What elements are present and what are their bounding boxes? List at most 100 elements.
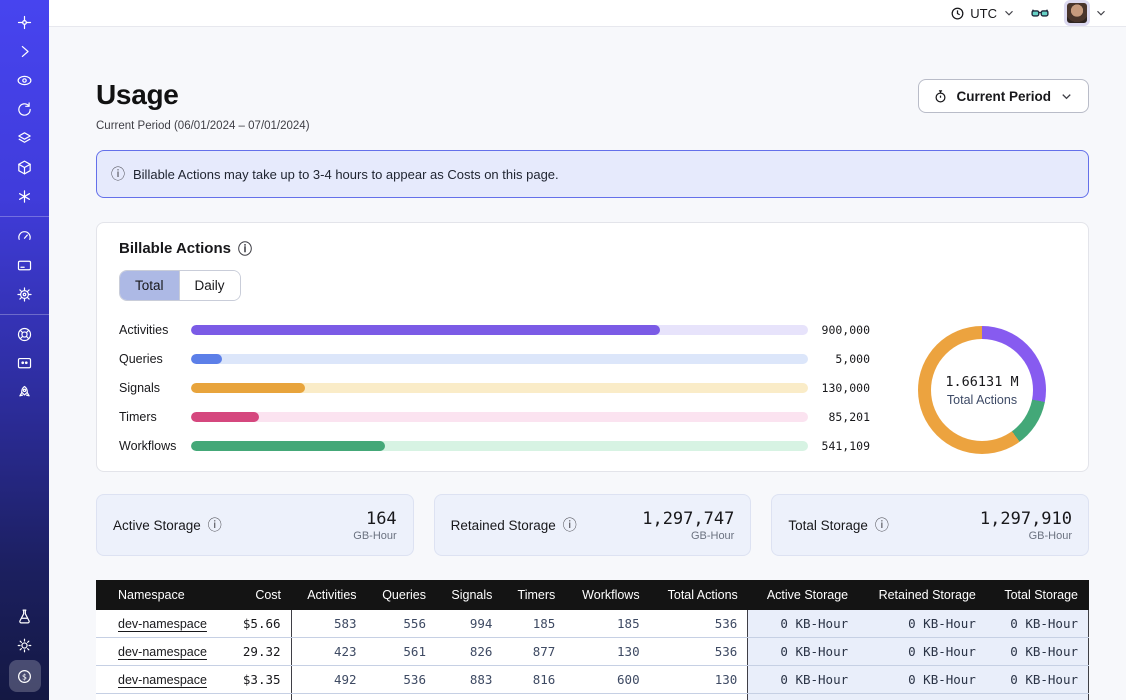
column-header-namespace: Namespace (96, 580, 228, 610)
bar-row-queries: Queries5,000 (119, 352, 870, 366)
billable-actions-title: Billable Actions (119, 240, 231, 257)
table-row: dev-namespace$5.665835569941851855360 KB… (96, 610, 1089, 638)
storage-card-label: Retained Storage ⓘ (451, 518, 577, 533)
cell-cost: $5.66 (228, 610, 291, 638)
labs-flask-icon (16, 608, 33, 625)
tab-total[interactable]: Total (120, 271, 179, 300)
cell-timers: 877 (502, 638, 565, 666)
avatar (1064, 0, 1090, 26)
page-subtitle: Current Period (06/01/2024 – 07/01/2024) (96, 120, 310, 132)
sidebar-item-feedback-screen[interactable] (9, 349, 41, 378)
glasses-icon (1030, 3, 1050, 23)
cell-namespace: dev-namespace (96, 638, 228, 666)
storage-card-value: 164 (353, 509, 396, 529)
history-clock-icon (16, 101, 33, 118)
stopwatch-icon (933, 89, 948, 104)
temporal-logo-icon (16, 14, 33, 31)
bar-value: 541,109 (808, 439, 870, 453)
storage-card-unit: GB-Hour (980, 530, 1072, 542)
nexus-asterisk-icon (16, 188, 33, 205)
namespace-link[interactable]: dev-namespace (118, 645, 207, 659)
total-actions-donut-chart: 1.66131 M Total Actions (918, 326, 1046, 454)
sidebar-item-nexus-asterisk[interactable] (9, 182, 41, 211)
cell-retained_storage: 0 KB-Hour (858, 666, 986, 694)
storage-card-label: Active Storage ⓘ (113, 518, 222, 533)
sidebar-item-layers[interactable] (9, 124, 41, 153)
table-row: dev-namespace$3.354925368838166001300 KB… (96, 666, 1089, 694)
cell-total_actions: 536 (650, 638, 748, 666)
bar-value: 130,000 (808, 381, 870, 395)
namespaces-eye-icon (16, 72, 33, 89)
bar-label: Queries (119, 352, 191, 366)
storage-summary-row: Active Storage ⓘ164GB-HourRetained Stora… (96, 494, 1089, 556)
storage-card-label: Total Storage ⓘ (788, 518, 889, 533)
namespace-link[interactable]: dev-namespace (118, 673, 207, 687)
topbar: UTC (49, 0, 1126, 27)
sidebar-item-labs-flask[interactable] (9, 602, 41, 631)
bar-fill (191, 412, 259, 422)
bar-track (191, 383, 808, 393)
bar-fill (191, 383, 305, 393)
namespace-usage-table: NamespaceCostActivitiesQueriesSignalsTim… (96, 580, 1089, 700)
info-banner-text: Billable Actions may take up to 3-4 hour… (133, 167, 559, 182)
sidebar-item-theme-sun[interactable] (9, 631, 41, 660)
column-header-active-storage: Active Storage (748, 580, 858, 610)
cell-active_storage: 0 KB-Hour (748, 638, 858, 666)
billable-actions-card: Billable Actions ⓘ TotalDaily Activities… (96, 222, 1089, 472)
column-header-signals: Signals (436, 580, 502, 610)
tab-daily[interactable]: Daily (179, 271, 240, 300)
column-header-total-storage: Total Storage (986, 580, 1089, 610)
sidebar-nav: $ (0, 0, 49, 700)
column-header-timers: Timers (502, 580, 565, 610)
sidebar-item-settings-gear[interactable] (9, 280, 41, 309)
info-icon[interactable]: ⓘ (875, 518, 889, 532)
storage-card-active-storage: Active Storage ⓘ 164GB-Hour (96, 494, 414, 556)
cell-signals: 883 (436, 666, 502, 694)
cell-total_storage: 0 KB-Hour (986, 610, 1089, 638)
dark-mode-glasses-button[interactable] (1030, 3, 1050, 23)
expand-chevron-icon (16, 43, 33, 60)
storage-card-total-storage: Total Storage ⓘ1,297,910GB-Hour (771, 494, 1089, 556)
info-icon[interactable]: ⓘ (238, 242, 252, 256)
bar-row-signals: Signals130,000 (119, 381, 870, 395)
storage-card-unit: GB-Hour (642, 530, 734, 542)
cell-workflows: 600 (565, 666, 649, 694)
bar-label: Activities (119, 323, 191, 337)
total-daily-toggle: TotalDaily (119, 270, 241, 301)
storage-card-unit: GB-Hour (353, 530, 396, 542)
bar-value: 900,000 (808, 323, 870, 337)
feedback-screen-icon (16, 355, 33, 372)
period-dropdown-button[interactable]: Current Period (918, 79, 1089, 113)
sidebar-item-getting-started-rocket[interactable] (9, 378, 41, 407)
sidebar-item-cube[interactable] (9, 153, 41, 182)
getting-started-rocket-icon (16, 384, 33, 401)
usage-dollar-icon: $ (16, 668, 33, 685)
user-menu[interactable] (1064, 0, 1108, 26)
sidebar-item-billing-card[interactable] (9, 251, 41, 280)
sidebar-item-usage-gauge[interactable] (9, 222, 41, 251)
cell-cost: 29.32 (228, 638, 291, 666)
bar-track (191, 412, 808, 422)
sidebar-item-support-lifebuoy[interactable] (9, 320, 41, 349)
timezone-label: UTC (970, 6, 997, 21)
info-icon[interactable]: ⓘ (208, 518, 222, 532)
sidebar-item-namespaces-eye[interactable] (9, 66, 41, 95)
bar-label: Workflows (119, 439, 191, 453)
cell-activities: 423 (291, 638, 367, 666)
sidebar-item-usage-dollar[interactable]: $ (9, 660, 41, 692)
cell-workflows: 185 (565, 610, 649, 638)
column-header-total-actions: Total Actions (650, 580, 748, 610)
info-icon[interactable]: ⓘ (563, 518, 577, 532)
cell-active_storage: 0 KB-Hour (748, 666, 858, 694)
content-area: Usage Current Period (06/01/2024 – 07/01… (49, 27, 1126, 700)
info-icon: ⓘ (111, 167, 125, 181)
namespace-link[interactable]: dev-namespace (118, 617, 207, 631)
cell-activities: 583 (291, 610, 367, 638)
sidebar-item-history-clock[interactable] (9, 95, 41, 124)
timezone-selector[interactable]: UTC (950, 6, 1016, 21)
sidebar-item-expand-chevron[interactable] (9, 37, 41, 66)
donut-center-label: Total Actions (947, 393, 1017, 407)
cell-total_actions: 536 (650, 610, 748, 638)
sidebar-item-temporal-logo[interactable] (9, 8, 41, 37)
cell-retained_storage: 0 KB-Hour (858, 610, 986, 638)
